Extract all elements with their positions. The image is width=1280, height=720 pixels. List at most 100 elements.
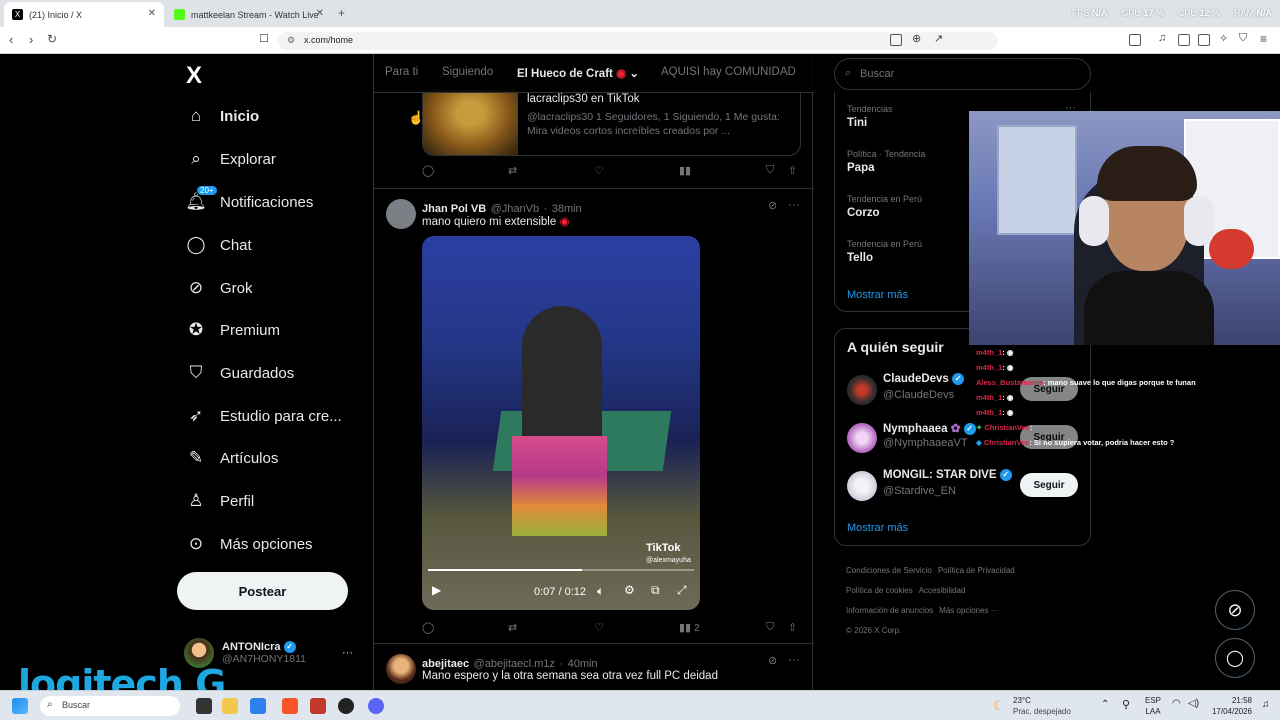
sidebar-item-inicio[interactable]: ⌂ Inicio xyxy=(186,106,259,126)
tweet[interactable]: Jhan Pol VB @JhanVb · 38min ⊘ ··· mano q… xyxy=(374,189,814,643)
volume-icon[interactable]: ◁) xyxy=(1188,698,1199,709)
pip-icon[interactable]: ⧉ xyxy=(651,583,660,598)
sidebar-item-chat[interactable]: ◯ Chat xyxy=(186,235,251,255)
footer-link[interactable]: Accesibilidad xyxy=(919,586,966,595)
share-icon[interactable]: ⇧ xyxy=(788,621,797,634)
play-icon[interactable]: ▶ xyxy=(432,583,441,597)
bookmark-icon[interactable]: ⛉ xyxy=(766,164,774,177)
reload-icon[interactable]: ↻ xyxy=(47,32,57,46)
more-icon[interactable]: ··· xyxy=(788,197,800,211)
bookmark-page-icon[interactable]: ☐ xyxy=(259,32,269,45)
close-tab-icon[interactable]: ✕ xyxy=(148,8,156,19)
leo-ai-icon[interactable]: ✧ xyxy=(1219,32,1228,45)
footer-link[interactable]: Más opciones ··· xyxy=(939,606,999,615)
obs-recorder-icon[interactable] xyxy=(310,698,326,714)
windows-start-icon[interactable] xyxy=(12,698,28,714)
tweet-handle[interactable]: @abejitaecl.m1z xyxy=(474,658,555,670)
video-progress-track[interactable] xyxy=(428,569,694,571)
sidebar-item-premium[interactable]: ✪ Premium xyxy=(186,320,280,340)
tray-chevron-icon[interactable]: ⌃ xyxy=(1101,699,1109,710)
bookmark-icon[interactable]: ⛉ xyxy=(766,621,774,634)
settings-icon[interactable]: ⚙ xyxy=(624,583,635,597)
taskbar-search[interactable]: ⌕ Buscar xyxy=(40,696,180,716)
retweet-icon[interactable]: ⇄ xyxy=(508,164,517,177)
tab-para-ti[interactable]: Para ti xyxy=(385,66,418,78)
tab-el-hueco-de-craft[interactable]: El Hueco de Craft ◉ ⌄ xyxy=(517,66,639,80)
x-logo-icon[interactable]: X xyxy=(186,62,202,90)
menu-icon[interactable]: ≡ xyxy=(1260,32,1267,46)
fullscreen-icon[interactable]: ⤢ xyxy=(677,583,687,598)
wallet-icon[interactable] xyxy=(1198,34,1210,46)
trend-item[interactable]: Tendencias Tini xyxy=(847,104,893,129)
file-explorer-icon[interactable] xyxy=(222,698,238,714)
trend-item[interactable]: Tendencia en Perú Tello xyxy=(847,239,922,264)
sidebar-item-notificaciones[interactable]: 🔔︎ 20+ Notificaciones xyxy=(185,185,313,212)
sidebar-item-articulos[interactable]: ✎ Artículos xyxy=(186,448,278,468)
task-view-icon[interactable] xyxy=(196,698,212,714)
footer-link[interactable]: Política de Privacidad xyxy=(938,566,1015,575)
sidebar-item-guardados[interactable]: ⛉ Guardados xyxy=(186,363,295,383)
tab-aquisi-hay-comunidad[interactable]: AQUISI hay COMUNIDAD xyxy=(661,66,796,78)
show-more-link[interactable]: Mostrar más xyxy=(847,289,908,301)
tweet-author[interactable]: abejitaec xyxy=(422,658,469,670)
sidebar-item-mas-opciones[interactable]: ⊙ Más opciones xyxy=(186,534,313,554)
cast-icon[interactable] xyxy=(890,34,902,46)
chevron-down-icon[interactable]: ⌄ xyxy=(629,68,639,80)
more-icon[interactable]: ··· xyxy=(788,652,800,666)
video-player[interactable]: TikTok @alexmayuha ▶ 0:07 / 0:12 🔈︎ ⚙ ⧉ … xyxy=(422,236,700,610)
share-icon[interactable]: ↗ xyxy=(934,32,943,45)
post-button[interactable]: Postear xyxy=(177,572,348,610)
share-icon[interactable]: ⇧ xyxy=(788,164,797,177)
obs-icon[interactable] xyxy=(338,698,354,714)
sidebar-item-perfil[interactable]: ♙ Perfil xyxy=(186,491,254,511)
browser-tab[interactable]: mattkeelan Stream - Watch Live on K ✕ xyxy=(166,2,332,27)
tweet[interactable]: abejitaec @abejitaecl.m1z · 40min ⊘ ··· … xyxy=(374,644,814,690)
language-indicator[interactable]: ESP LAA xyxy=(1145,695,1161,717)
weather-widget[interactable]: 23°C Prac. despejado xyxy=(1013,695,1071,717)
reading-list-icon[interactable] xyxy=(1178,34,1190,46)
tweet-time[interactable]: 40min xyxy=(568,658,598,670)
back-icon[interactable]: ‹ xyxy=(9,32,13,47)
brave-icon[interactable] xyxy=(282,698,298,714)
show-more-link[interactable]: Mostrar más xyxy=(847,522,908,534)
trend-item[interactable]: Política · Tendencia Papa xyxy=(847,149,925,174)
grok-icon[interactable]: ⊘ xyxy=(768,654,777,667)
close-tab-icon[interactable]: ✕ xyxy=(316,8,324,19)
volume-icon[interactable]: 🔈︎ xyxy=(597,584,604,599)
footer-link[interactable]: Condiciones de Servicio xyxy=(846,566,932,575)
mic-icon[interactable]: ⚲ xyxy=(1122,698,1130,711)
notification-bell-icon[interactable]: ♫ xyxy=(1262,699,1270,710)
sidebar-item-grok[interactable]: ⊘ Grok xyxy=(186,278,253,298)
follow-button[interactable]: Seguir xyxy=(1020,473,1078,497)
wifi-icon[interactable]: ◠ xyxy=(1172,698,1181,709)
site-info-icon[interactable]: ⚙ xyxy=(287,35,295,46)
messages-float-button[interactable]: ◯ xyxy=(1215,638,1255,678)
retweet-icon[interactable]: ⇄ xyxy=(508,621,517,634)
reply-icon[interactable]: ◯ xyxy=(422,164,434,177)
search-input[interactable]: ⌕ Buscar xyxy=(834,58,1091,90)
reply-icon[interactable]: ◯ xyxy=(422,621,434,634)
tab-siguiendo[interactable]: Siguiendo xyxy=(442,66,493,78)
store-icon[interactable] xyxy=(250,698,266,714)
new-tab-button[interactable]: + xyxy=(338,6,345,20)
grok-float-button[interactable]: ⊘ xyxy=(1215,590,1255,630)
footer-link[interactable]: Información de anuncios xyxy=(846,606,933,615)
grok-icon[interactable]: ⊘ xyxy=(768,199,777,212)
like-icon[interactable]: ♡ xyxy=(594,164,604,177)
views-icon[interactable]: ▮▮ xyxy=(679,164,691,177)
discord-icon[interactable] xyxy=(368,698,384,714)
vpn-icon[interactable]: ⛉ xyxy=(1239,32,1247,45)
sidebar-item-explorar[interactable]: ⌕ Explorar xyxy=(186,149,276,169)
browser-tab-active[interactable]: X (21) Inicio / X ✕ xyxy=(4,2,164,27)
forward-icon[interactable]: › xyxy=(29,32,33,47)
footer-link[interactable]: Política de cookies xyxy=(846,586,913,595)
trend-item[interactable]: Tendencia en Perú Corzo xyxy=(847,194,922,219)
sidebar-toggle-icon[interactable] xyxy=(1129,34,1141,46)
link-card[interactable]: lacraclips30 en TikTok @lacraclips30 1 S… xyxy=(422,90,801,156)
media-icon[interactable]: ♫ xyxy=(1158,32,1166,44)
clock[interactable]: 21:58 17/04/2026 xyxy=(1208,695,1252,717)
like-icon[interactable]: ♡ xyxy=(594,621,604,634)
account-more-icon[interactable]: ··· xyxy=(342,647,353,659)
views-icon[interactable]: ▮▮ 2 xyxy=(679,621,700,634)
zoom-icon[interactable]: ⊕ xyxy=(912,32,921,45)
